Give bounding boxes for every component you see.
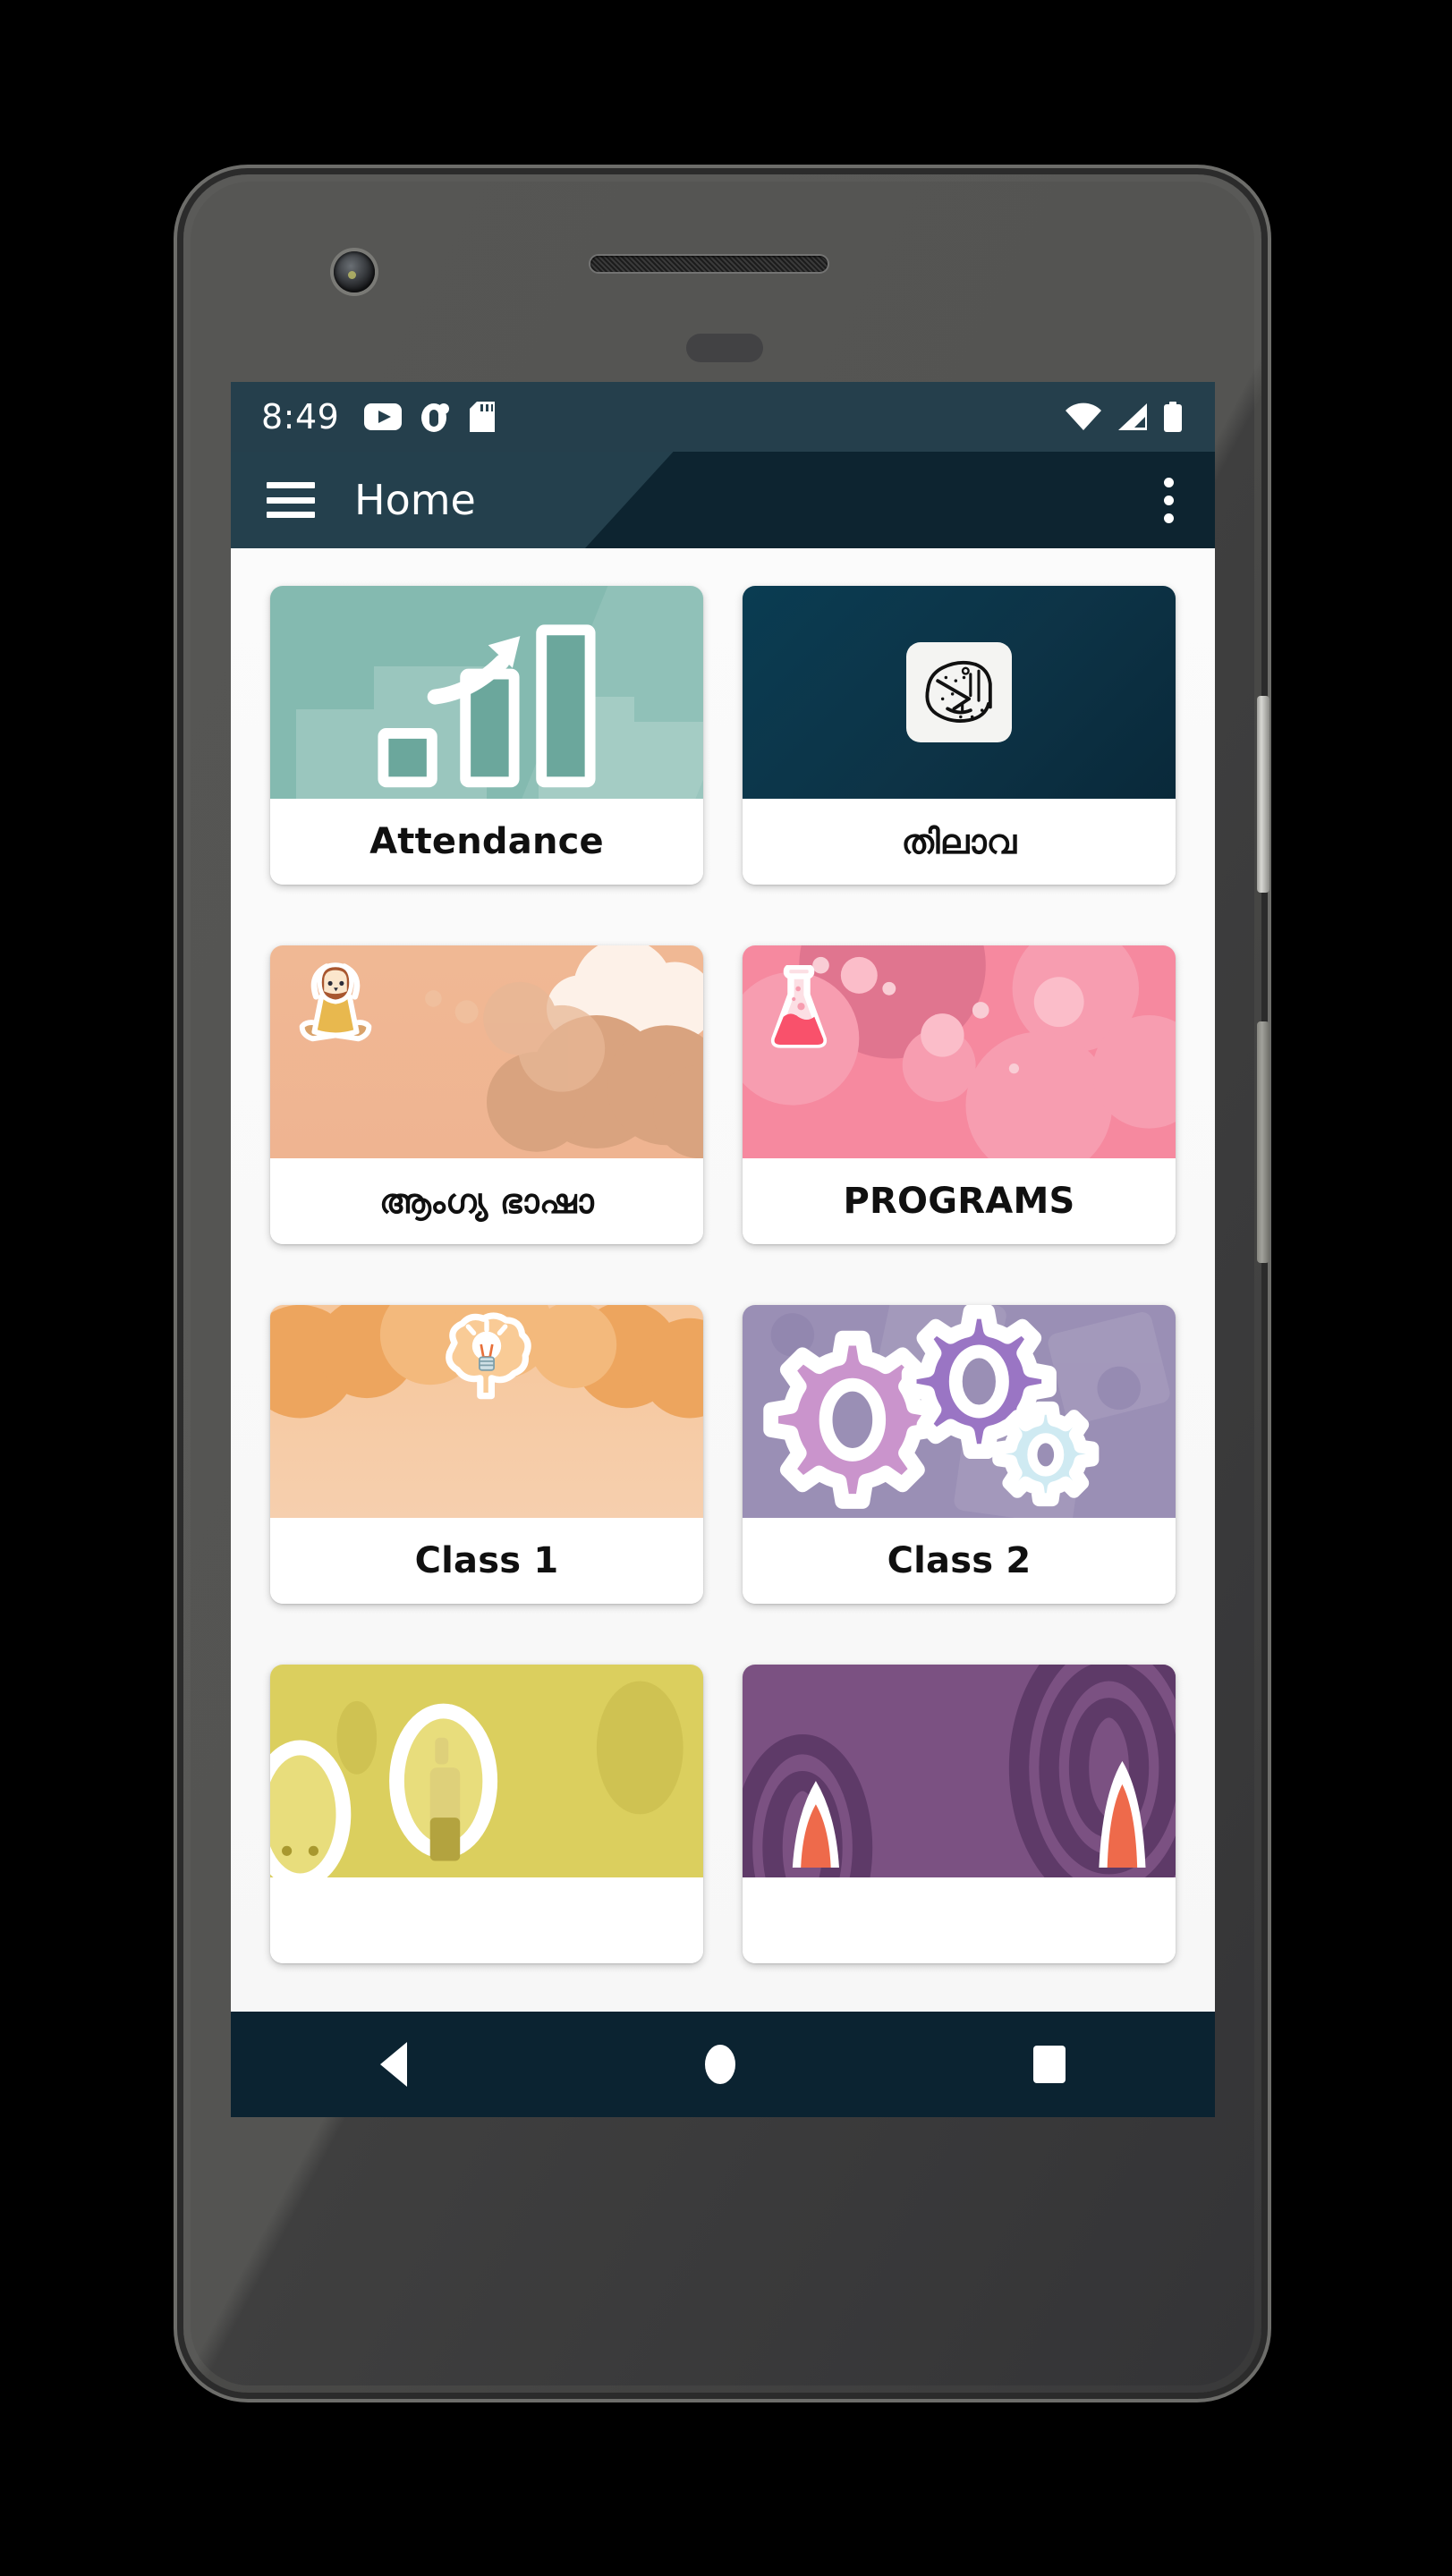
youtube-icon (364, 403, 403, 430)
hamburger-menu-icon[interactable] (267, 482, 315, 518)
status-bar: 8:49 (231, 382, 1215, 452)
front-camera-icon (334, 251, 375, 292)
back-button[interactable] (379, 2042, 407, 2087)
menu-card-sign-language[interactable]: ആംഗ്യ ഭാഷാ (270, 945, 703, 1244)
menu-card-class-2[interactable]: Class 2 (743, 1305, 1176, 1604)
bar-chart-growth-icon (270, 586, 703, 799)
status-bar-clock: 8:49 (261, 397, 340, 436)
status-bar-notification-icons (364, 402, 496, 432)
menu-card-programs[interactable]: PROGRAMS (743, 945, 1176, 1244)
android-navigation-bar (231, 2012, 1215, 2117)
home-content-scroll[interactable]: Attendance തിലാവ ആംഗ്യ ഭാഷാ PROGRAMS Cla… (231, 548, 1215, 2012)
menu-card-class-1[interactable]: Class 1 (270, 1305, 703, 1604)
menu-card-label: Class 1 (270, 1518, 703, 1604)
brain-lightbulb-icon (270, 1305, 703, 1518)
status-bar-system-icons (1065, 402, 1183, 432)
menu-card-label: Class 2 (743, 1518, 1176, 1604)
speaker-grille-icon (590, 256, 828, 272)
lab-flask-icon (743, 945, 1176, 1158)
menu-card-label: തിലാവ (743, 799, 1176, 885)
menu-card-label (270, 1877, 703, 1963)
phone-mockup-scene: 8:49 Home Attendance തിലാവ ആംഗ്യ ഭാഷാ PR… (0, 0, 1452, 2576)
overflow-menu-icon[interactable] (1164, 477, 1174, 523)
menu-card-grid: Attendance തിലാവ ആംഗ്യ ഭാഷാ PROGRAMS Cla… (231, 548, 1215, 1963)
battery-icon (1164, 402, 1182, 432)
lightbulb-character-icon (270, 1665, 703, 1877)
wifi-icon (1066, 402, 1101, 430)
menu-card-label: PROGRAMS (743, 1158, 1176, 1244)
yoga-meditation-icon (270, 945, 703, 1158)
page-title: Home (354, 476, 476, 524)
menu-card-label (743, 1877, 1176, 1963)
menu-card-label: ആംഗ്യ ഭാഷാ (270, 1158, 703, 1244)
proximity-sensor-icon (686, 334, 763, 362)
menu-card-partial-yellow[interactable] (270, 1665, 703, 1963)
gears-icon (743, 1305, 1176, 1518)
recents-button[interactable] (1033, 2046, 1066, 2083)
quran-calligraphy-icon (743, 586, 1176, 799)
app-notification-icon (421, 403, 450, 432)
volume-rocker-button[interactable] (1257, 696, 1269, 893)
menu-card-attendance[interactable]: Attendance (270, 586, 703, 885)
menu-card-thilava[interactable]: തിലാവ (743, 586, 1176, 885)
sd-card-icon (470, 402, 496, 432)
menu-card-label: Attendance (270, 799, 703, 885)
menu-card-partial-purple[interactable] (743, 1665, 1176, 1963)
rocket-icon (743, 1665, 1176, 1877)
phone-screen: 8:49 Home Attendance തിലാവ ആംഗ്യ ഭാഷാ PR… (231, 382, 1215, 2117)
power-button[interactable] (1257, 1021, 1269, 1263)
home-button[interactable] (704, 2045, 735, 2084)
cellular-signal-icon (1118, 403, 1147, 430)
app-bar: Home (231, 452, 1215, 548)
